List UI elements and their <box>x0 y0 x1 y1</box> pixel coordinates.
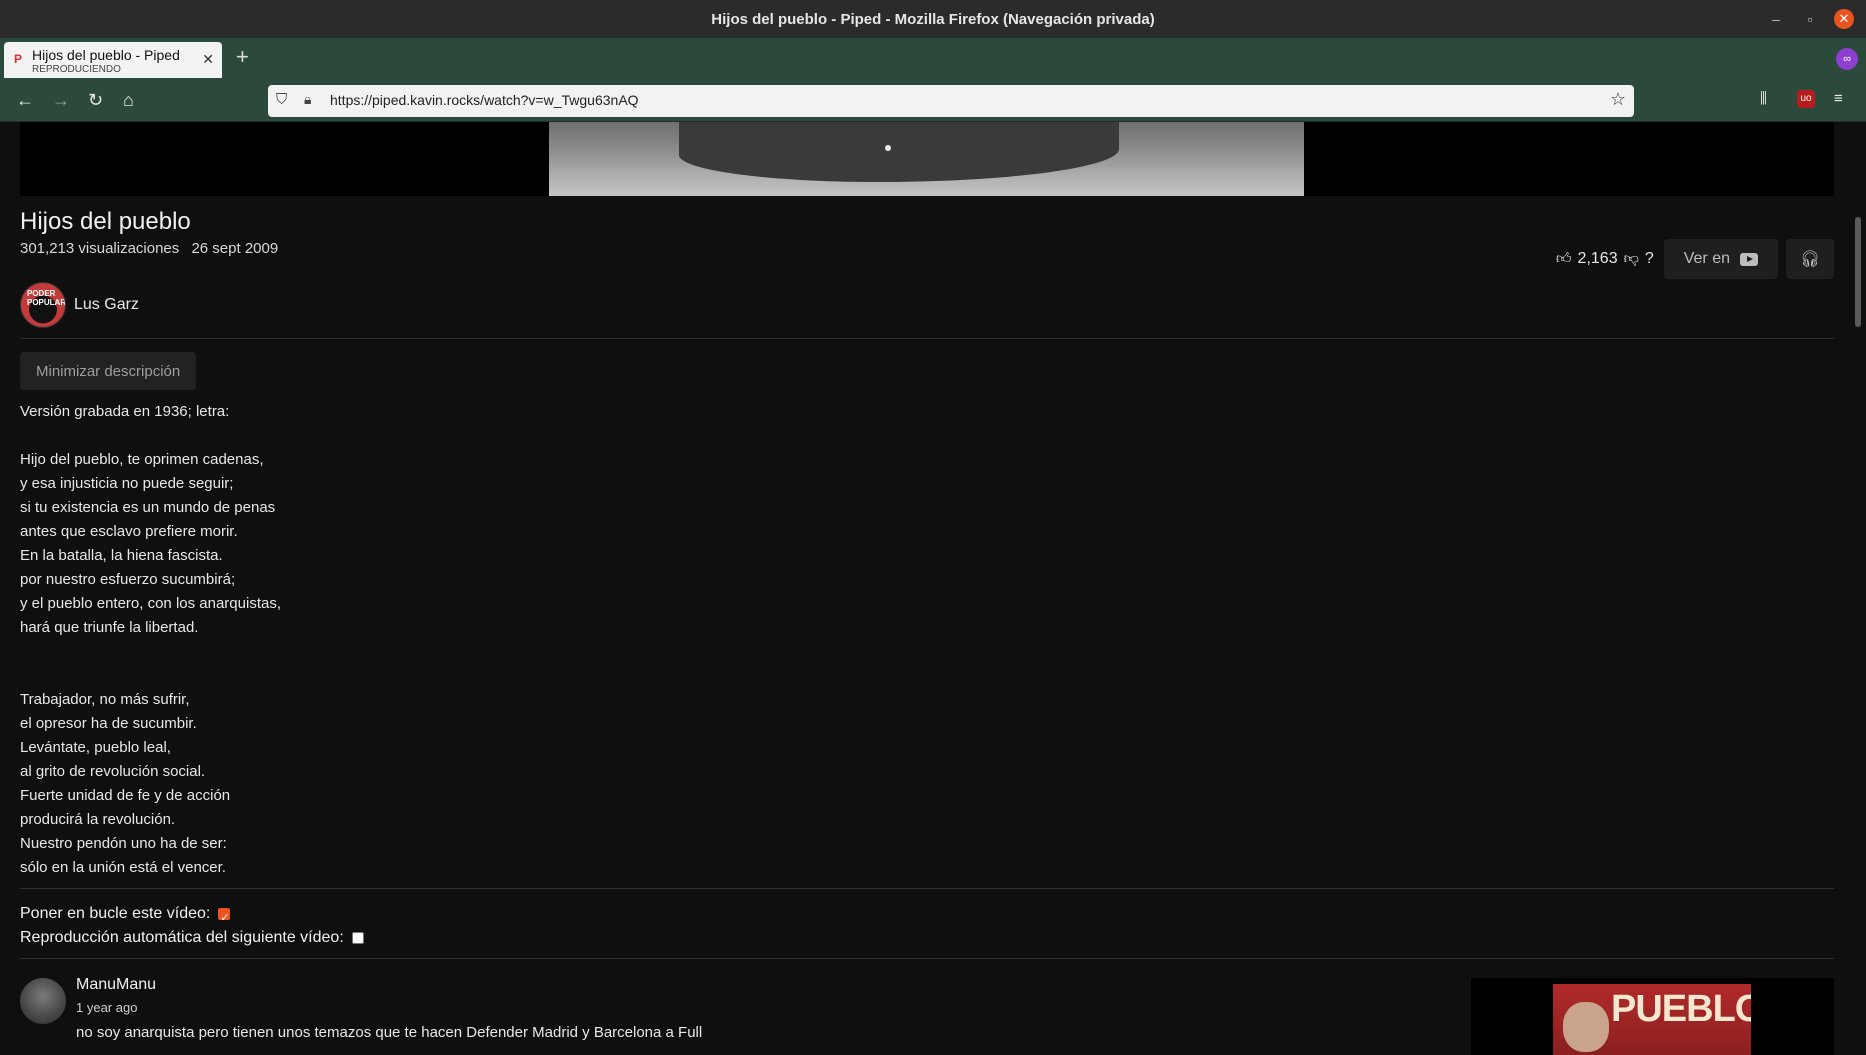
back-icon[interactable]: ← <box>16 90 34 111</box>
page-scrollbar[interactable] <box>1850 122 1866 1055</box>
video-description: Versión grabada en 1936; letra: Hijo del… <box>20 400 281 880</box>
library-icon[interactable]: ⫼ <box>1760 90 1767 107</box>
url-text[interactable]: https://piped.kavin.rocks/watch?v=w_Twgu… <box>330 92 639 108</box>
scrollbar-thumb[interactable] <box>1855 217 1861 327</box>
autoplay-option: Reproducción automática del siguiente ví… <box>20 926 364 950</box>
description-line: el opresor ha de sucumbir. <box>20 715 197 732</box>
toggle-description-button[interactable]: Minimizar descripción <box>20 352 197 390</box>
publish-date: 26 sept 2009 <box>191 240 279 257</box>
url-bar[interactable]: ⛉ 🔒︎ https://piped.kavin.rocks/watch?v=w… <box>268 85 1634 117</box>
video-actions: 👍︎ 2,163 👎︎ ? Ver en 🎧︎ <box>1556 238 1834 280</box>
description-line: En la batalla, la hiena fascista. <box>20 547 223 564</box>
private-browsing-icon: ∞ <box>1836 48 1858 70</box>
comment-time: 1 year ago <box>76 1000 138 1015</box>
view-count: 301,213 visualizaciones <box>20 240 180 257</box>
divider <box>20 958 1834 959</box>
tab-playing-label: REPRODUCIENDO <box>32 64 121 75</box>
description-line: si tu existencia es un mundo de penas <box>20 499 276 516</box>
description-line: Levántate, pueblo leal, <box>20 739 171 756</box>
listen-audio-button[interactable]: 🎧︎ <box>1786 239 1834 279</box>
description-line: hará que triunfe la libertad. <box>20 619 199 636</box>
forward-icon[interactable]: → <box>52 90 70 111</box>
loop-checkbox[interactable] <box>218 906 231 930</box>
like-dislike: 👍︎ 2,163 👎︎ ? <box>1556 250 1654 268</box>
description-line: al grito de revolución social. <box>20 763 206 780</box>
autoplay-label: Reproducción automática del siguiente ví… <box>20 929 344 946</box>
description-line: producirá la revolución. <box>20 811 176 828</box>
close-icon[interactable]: ✕ <box>1834 9 1854 29</box>
navigation-bar: ← → ↻ ⌂ ⛉ 🔒︎ https://piped.kavin.rocks/w… <box>0 80 1866 122</box>
maximize-icon[interactable]: ▫ <box>1800 11 1820 27</box>
channel-avatar[interactable]: PODER POPULAR <box>20 282 66 328</box>
bookmark-star-icon[interactable]: ☆ <box>1610 89 1626 110</box>
channel-info[interactable]: PODER POPULAR Lus Garz <box>20 282 139 328</box>
lock-icon[interactable]: 🔒︎ <box>304 91 311 108</box>
tracking-shield-icon[interactable]: ⛉ <box>276 91 287 108</box>
window-title: Hijos del pueblo - Piped - Mozilla Firef… <box>711 10 1155 28</box>
channel-name[interactable]: Lus Garz <box>74 296 139 314</box>
related-video-thumbnail[interactable]: PUEBLO <box>1553 984 1751 1055</box>
dislike-count: ? <box>1644 250 1654 267</box>
window-controls: – ▫ ✕ <box>1766 9 1854 29</box>
divider <box>20 338 1834 339</box>
menu-icon[interactable]: ≡ <box>1834 90 1843 107</box>
description-line: Nuestro pendón uno ha de ser: <box>20 835 227 852</box>
thumbnail-text: PUEBLO <box>1611 988 1751 1030</box>
minimize-icon[interactable]: – <box>1766 11 1786 27</box>
tab-title: Hijos del pueblo - Piped <box>32 47 180 63</box>
comment-text: no soy anarquista pero tienen unos temaz… <box>76 1024 703 1041</box>
divider <box>20 888 1834 889</box>
headphones-icon: 🎧︎ <box>1799 251 1821 268</box>
description-line: y esa injusticia no puede seguir; <box>20 475 234 492</box>
avatar-text: PODER POPULAR <box>27 289 66 307</box>
description-line: Trabajador, no más sufrir, <box>20 691 190 708</box>
new-tab-icon[interactable]: + <box>236 44 249 70</box>
description-line: sólo en la unión está el vencer. <box>20 859 226 876</box>
loop-label: Poner en bucle este vídeo: <box>20 905 211 922</box>
description-line: Hijo del pueblo, te oprimen cadenas, <box>20 451 264 468</box>
related-video[interactable]: PUEBLO <box>1471 978 1834 1055</box>
tab-close-icon[interactable]: ✕ <box>202 51 214 68</box>
description-line: antes que esclavo prefiere morir. <box>20 523 238 540</box>
description-line: por nuestro esfuerzo sucumbirá; <box>20 571 236 588</box>
reload-icon[interactable]: ↻ <box>88 90 103 111</box>
video-frame[interactable] <box>549 122 1304 196</box>
youtube-icon <box>1740 252 1758 266</box>
tab-strip: P Hijos del pueblo - Piped REPRODUCIENDO… <box>0 38 1866 80</box>
piped-favicon-icon: P <box>14 52 23 66</box>
description-line: Fuerte unidad de fe y de acción <box>20 787 231 804</box>
browser-tab[interactable]: P Hijos del pueblo - Piped REPRODUCIENDO… <box>4 42 222 78</box>
video-title: Hijos del pueblo <box>20 208 191 235</box>
like-count: 2,163 <box>1577 250 1618 267</box>
description-line: y el pueblo entero, con los anarquistas, <box>20 595 281 612</box>
watch-on-label: Ver en <box>1683 250 1730 267</box>
window-titlebar: Hijos del pueblo - Piped - Mozilla Firef… <box>0 0 1866 38</box>
home-icon[interactable]: ⌂ <box>123 90 134 111</box>
video-meta: 301,213 visualizaciones 26 sept 2009 <box>20 240 278 257</box>
comment-author[interactable]: ManuManu <box>76 976 156 994</box>
thumbs-down-icon: 👎︎ <box>1623 250 1639 267</box>
loop-option: Poner en bucle este vídeo: <box>20 902 364 930</box>
ublock-icon[interactable]: uo <box>1797 90 1815 108</box>
watch-on-youtube-button[interactable]: Ver en <box>1663 239 1778 279</box>
thumbs-up-icon: 👍︎ <box>1555 250 1572 267</box>
playback-options: Poner en bucle este vídeo: Reproducción … <box>20 902 364 950</box>
page-content: Hijos del pueblo 301,213 visualizaciones… <box>0 122 1850 1055</box>
description-intro: Versión grabada en 1936; letra: <box>20 403 230 420</box>
video-player[interactable] <box>20 122 1834 196</box>
autoplay-checkbox[interactable] <box>351 932 364 944</box>
commenter-avatar[interactable] <box>20 978 66 1024</box>
